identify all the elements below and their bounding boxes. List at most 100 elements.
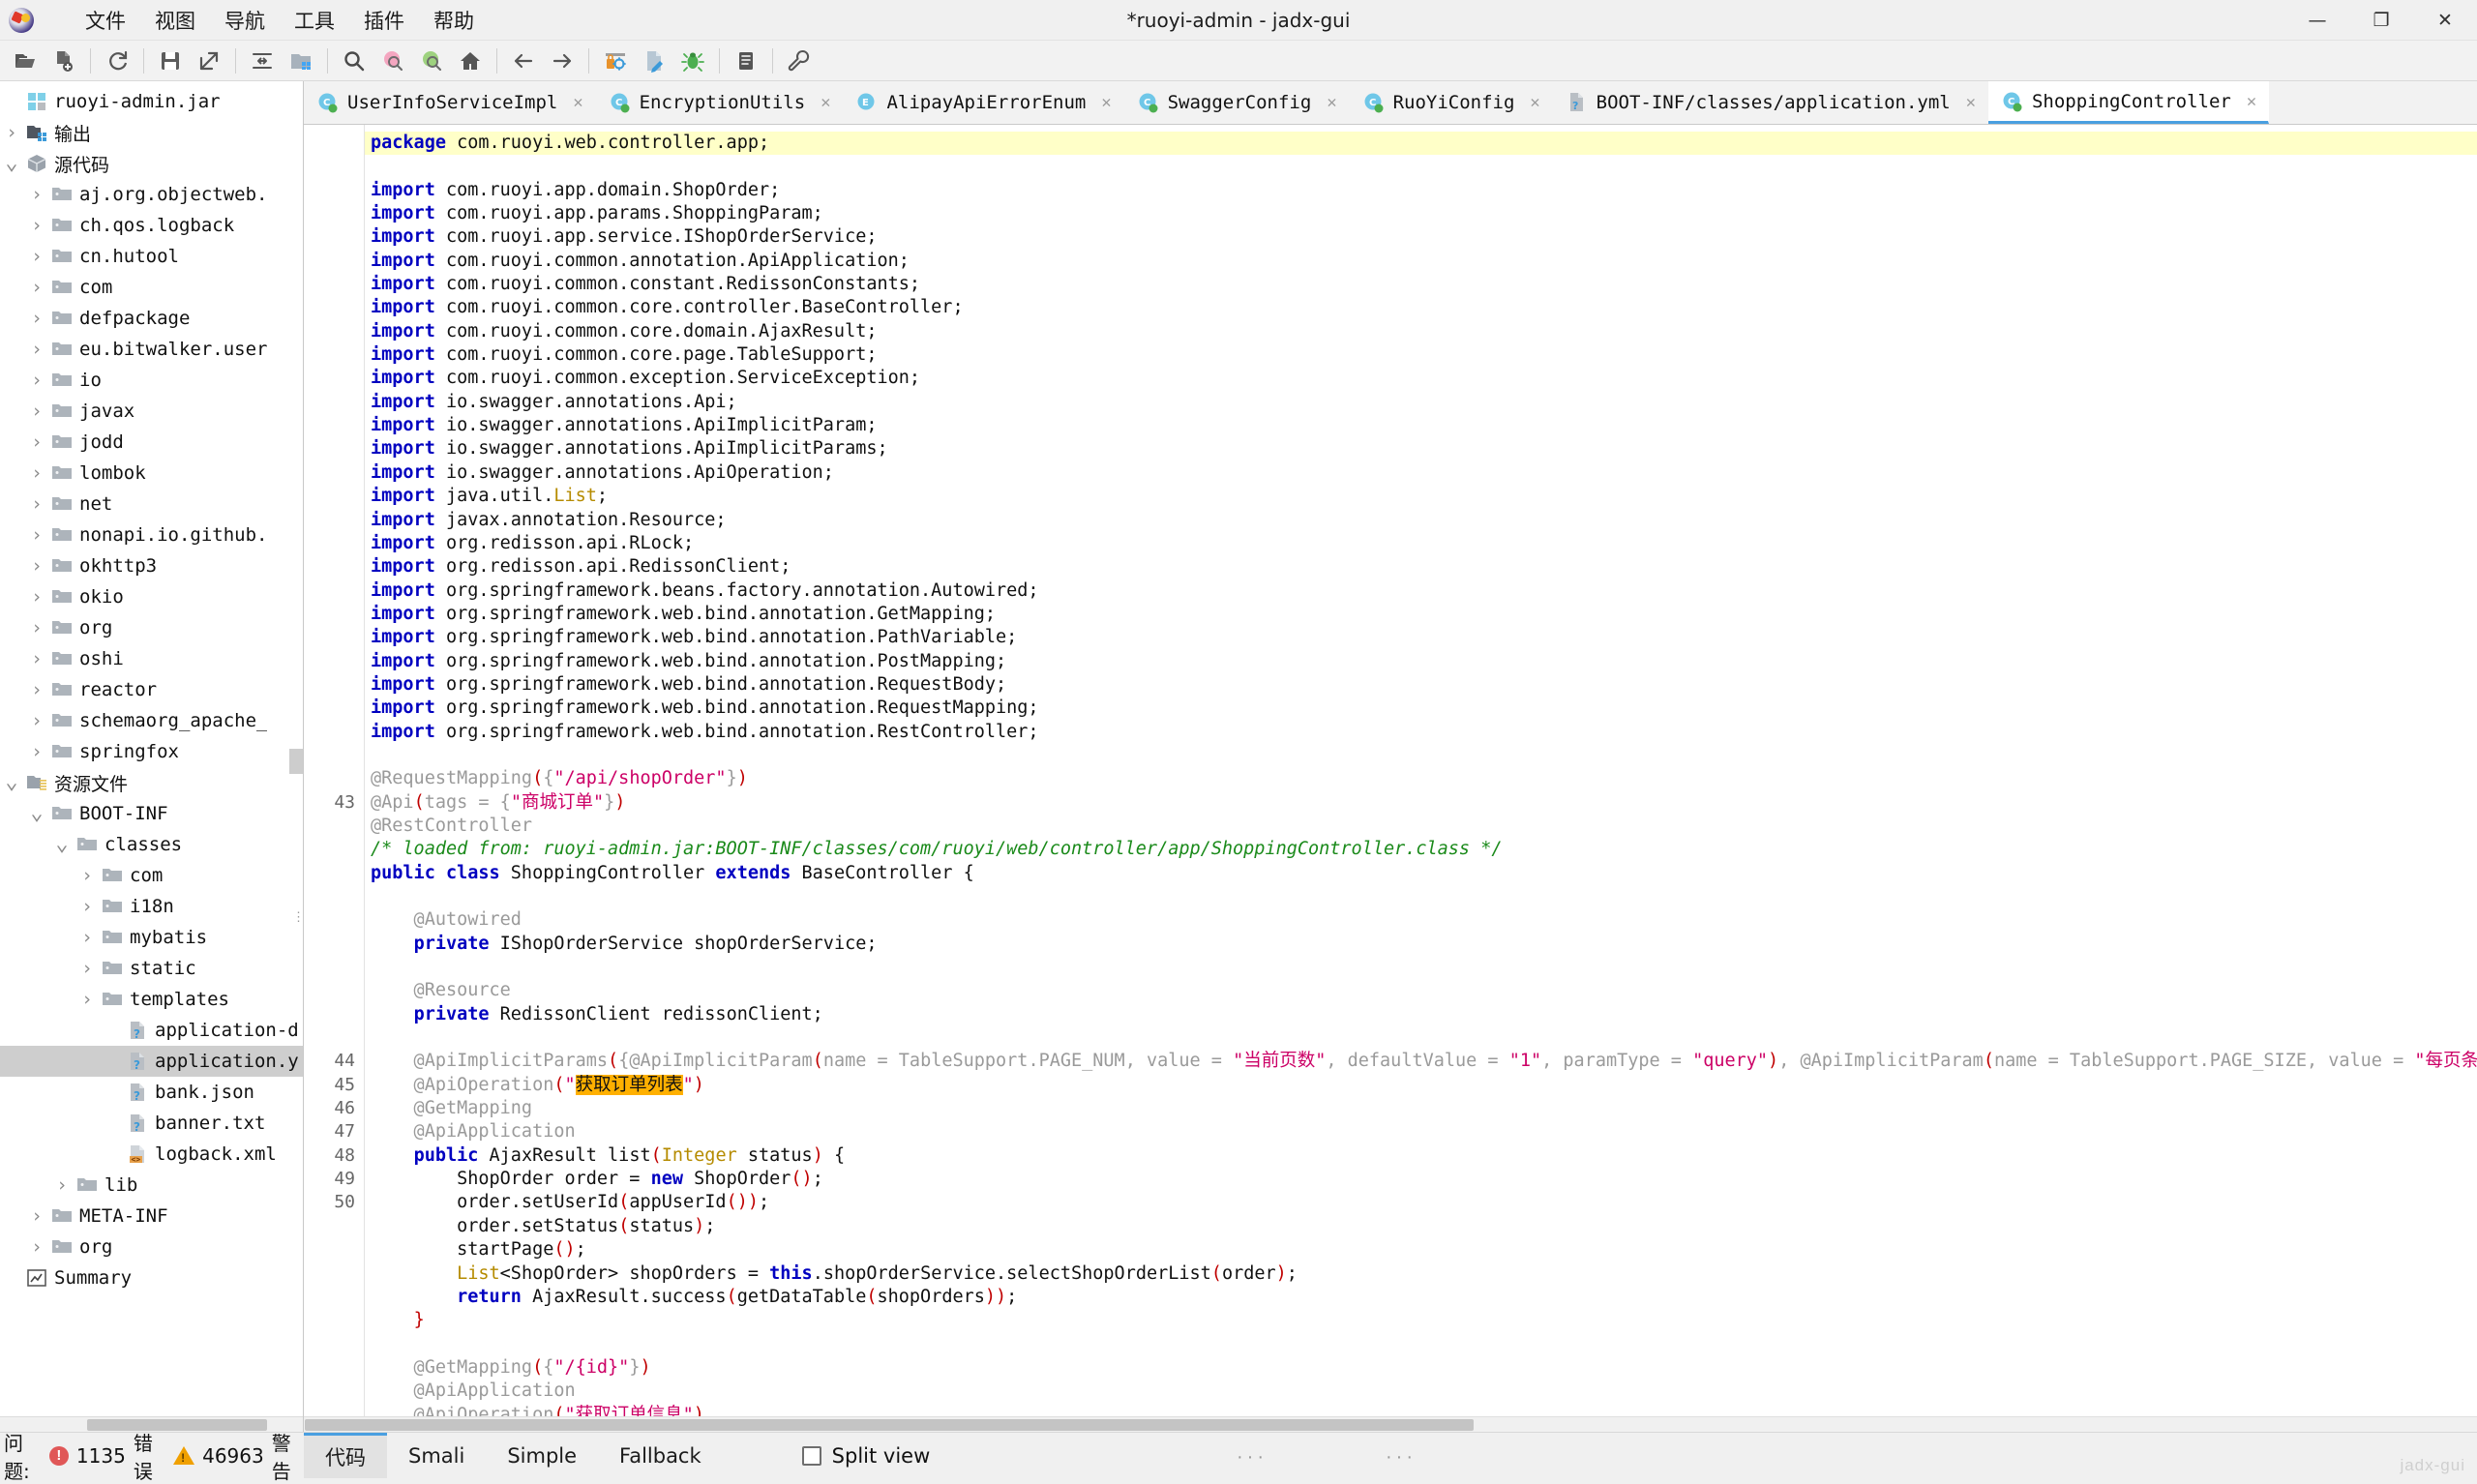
tab-code[interactable]: 代码 [304,1433,387,1478]
source-code[interactable]: package com.ruoyi.web.controller.app; im… [365,125,2477,1432]
chevron-right-icon[interactable]: › [75,896,99,917]
tree-node[interactable]: ›com [0,272,303,303]
sync-icon[interactable] [246,45,279,77]
code-line[interactable]: import org.springframework.web.bind.anno… [365,603,2477,626]
code-line[interactable] [365,1026,2477,1050]
code-line[interactable]: import com.ruoyi.common.exception.Servic… [365,367,2477,390]
code-hscroll-thumb[interactable] [305,1419,1474,1431]
close-icon[interactable]: ✕ [1966,93,1976,112]
tree-node[interactable]: ›org [0,1232,303,1262]
code-line[interactable]: order.setStatus(status); [365,1215,2477,1238]
code-line[interactable]: import com.ruoyi.common.core.domain.Ajax… [365,320,2477,343]
code-line[interactable]: import org.redisson.api.RLock; [365,532,2477,555]
debug-icon[interactable] [676,45,709,77]
chevron-right-icon[interactable]: › [75,865,99,886]
tree-node[interactable]: ⌄源代码 [0,148,303,179]
chevron-right-icon[interactable]: › [25,339,48,360]
code-line[interactable]: startPage(); [365,1238,2477,1261]
code-line[interactable] [365,956,2477,979]
tree-node[interactable]: ›?application-d [0,1015,303,1046]
tree-node[interactable]: ›aj.org.objectweb. [0,179,303,210]
code-line[interactable]: @GetMapping({"/{id}"}) [365,1356,2477,1380]
chevron-right-icon[interactable]: › [25,524,48,546]
chevron-right-icon[interactable]: › [25,741,48,762]
tree-node[interactable]: ›mybatis [0,922,303,953]
tree-node[interactable]: ›oshi [0,643,303,674]
tree-resize-handle[interactable]: ⋮ [292,913,300,920]
code-line[interactable]: import io.swagger.annotations.ApiImplici… [365,414,2477,437]
chevron-right-icon[interactable]: › [25,215,48,236]
close-icon[interactable]: ✕ [1101,93,1111,112]
tree-hscroll-thumb[interactable] [87,1419,267,1431]
chevron-right-icon[interactable]: › [25,648,48,669]
tree-node[interactable]: ›reactor [0,674,303,705]
chevron-right-icon[interactable]: › [25,246,48,267]
code-line[interactable]: import org.springframework.web.bind.anno… [365,673,2477,697]
close-icon[interactable]: ✕ [2247,92,2256,111]
menu-tools[interactable]: 工具 [280,2,349,39]
tree-node[interactable]: ›io [0,365,303,396]
decompile-icon[interactable] [638,45,671,77]
find-usage-icon[interactable] [376,45,409,77]
tree-node[interactable]: ›springfox [0,736,303,767]
chevron-right-icon[interactable]: › [25,555,48,577]
tree-node[interactable]: ›ch.qos.logback [0,210,303,241]
tree-node[interactable]: ⌄资源文件 [0,767,303,798]
logs-icon[interactable] [730,45,762,77]
tree-node[interactable]: ›ruoyi-admin.jar [0,86,303,117]
forward-icon[interactable] [546,45,579,77]
code-line[interactable] [365,885,2477,908]
code-line[interactable] [365,744,2477,767]
project-tree[interactable]: ›ruoyi-admin.jar›输出⌄源代码›aj.org.objectweb… [0,81,303,1293]
home-icon[interactable] [454,45,487,77]
tree-vertical-scrollbar[interactable] [289,749,303,774]
split-view-checkbox[interactable] [802,1446,821,1466]
tree-node[interactable]: ›?bank.json [0,1077,303,1108]
tree-node[interactable]: ›输出 [0,117,303,148]
tree-node[interactable]: ›okio [0,581,303,612]
code-line[interactable]: import com.ruoyi.app.params.ShoppingPara… [365,202,2477,225]
tree-node[interactable]: ›?banner.txt [0,1108,303,1139]
code-line[interactable]: public class ShoppingController extends … [365,862,2477,885]
tree-node[interactable]: ›lib [0,1170,303,1201]
code-line[interactable]: return AjaxResult.success(getDataTable(s… [365,1286,2477,1309]
split-view-toggle[interactable]: Split view [802,1433,931,1478]
save-all-icon[interactable] [154,45,187,77]
chevron-right-icon[interactable]: › [75,989,99,1010]
menu-navigation[interactable]: 导航 [210,2,280,39]
chevron-right-icon[interactable]: › [75,958,99,979]
code-line[interactable]: import java.util.List; [365,485,2477,508]
code-line[interactable]: import com.ruoyi.app.domain.ShopOrder; [365,179,2477,202]
open-project-icon[interactable] [284,45,317,77]
chevron-down-icon[interactable]: ⌄ [0,159,23,168]
chevron-down-icon[interactable]: ⌄ [0,778,23,787]
tree-node[interactable]: ›META-INF [0,1201,303,1232]
code-line[interactable]: private IShopOrderService shopOrderServi… [365,933,2477,956]
tree-node[interactable]: ›Summary [0,1262,303,1293]
code-line[interactable] [365,155,2477,178]
chevron-right-icon[interactable]: › [0,122,23,143]
code-line[interactable]: @ApiOperation("获取订单列表") [365,1074,2477,1097]
code-line[interactable]: /* loaded from: ruoyi-admin.jar:BOOT-INF… [365,838,2477,861]
tree-node[interactable]: ›org [0,612,303,643]
tab-fallback[interactable]: Fallback [598,1433,723,1478]
tree-node[interactable]: ›cn.hutool [0,241,303,272]
menu-file[interactable]: 文件 [71,2,140,39]
tree-node[interactable]: ⌄classes [0,829,303,860]
code-line[interactable]: @RestController [365,815,2477,838]
tree-node[interactable]: ⌄BOOT-INF [0,798,303,829]
close-icon[interactable]: ✕ [573,93,582,112]
code-line[interactable]: import org.springframework.web.bind.anno… [365,650,2477,673]
chevron-right-icon[interactable]: › [25,586,48,608]
preferences-icon[interactable] [783,45,816,77]
code-line[interactable]: ShopOrder order = new ShopOrder(); [365,1168,2477,1191]
chevron-down-icon[interactable]: ⌄ [25,809,48,818]
menu-help[interactable]: 帮助 [419,2,489,39]
chevron-right-icon[interactable]: › [25,617,48,638]
editor-tab[interactable]: ?BOOT-INF/classes/application.yml✕ [1553,81,1988,124]
tree-node[interactable]: ›i18n [0,891,303,922]
chevron-right-icon[interactable]: › [25,1205,48,1227]
tab-simple[interactable]: Simple [486,1433,598,1478]
editor-tab[interactable]: CRuoYiConfig✕ [1350,81,1553,124]
tree-node[interactable]: ›eu.bitwalker.user [0,334,303,365]
